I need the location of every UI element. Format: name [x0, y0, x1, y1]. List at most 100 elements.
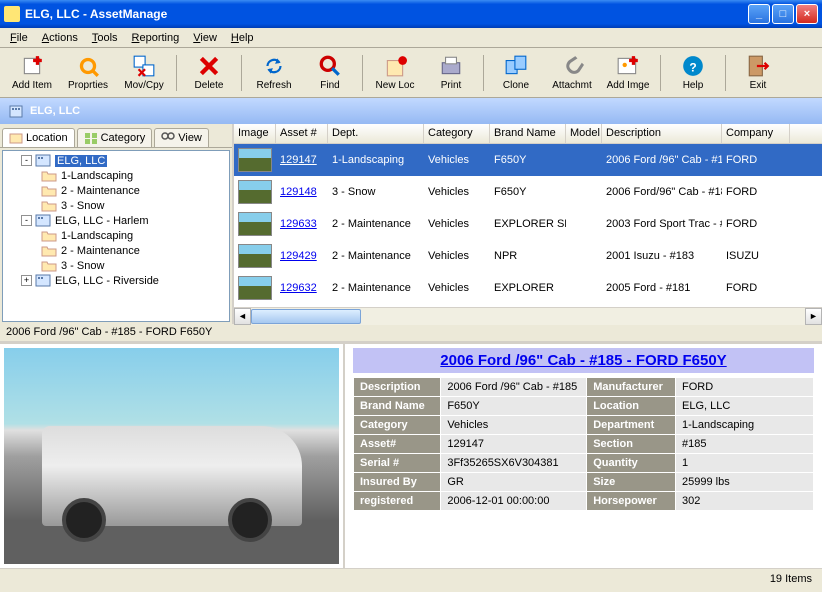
tree-item[interactable]: 2 - Maintenance [5, 183, 227, 198]
cell-image [234, 178, 276, 206]
column-header[interactable]: Asset # [276, 124, 328, 143]
left-panel: LocationCategoryView -ELG, LLC 1-Landscap… [0, 124, 234, 324]
detail-key: Serial # [354, 454, 441, 473]
cell-model [566, 158, 602, 162]
tree-toggle[interactable]: - [21, 155, 32, 166]
scroll-left-button[interactable]: ◄ [234, 308, 251, 325]
thumbnail-icon [238, 212, 272, 236]
location-header-text: ELG, LLC [30, 105, 80, 117]
attach-icon [560, 54, 584, 78]
toolbar-delete-button[interactable]: Delete [181, 52, 237, 93]
tree-item[interactable]: -ELG, LLC [5, 153, 227, 168]
detail-row: Insured ByGRSize25999 lbs [354, 473, 814, 492]
table-row[interactable]: 1291471-LandscapingVehiclesF650Y2006 For… [234, 144, 822, 176]
scroll-thumb[interactable] [251, 309, 361, 324]
scroll-track[interactable] [251, 308, 805, 325]
cell-asset[interactable]: 129632 [276, 280, 328, 296]
cell-image [234, 210, 276, 238]
close-button[interactable]: × [796, 4, 818, 24]
table-row[interactable]: 1291483 - SnowVehiclesF650Y2006 Ford/96"… [234, 176, 822, 208]
cell-desc: 2001 Isuzu - #183 [602, 248, 722, 264]
location-tree[interactable]: -ELG, LLC1-Landscaping2 - Maintenance3 -… [2, 150, 230, 322]
tab-location[interactable]: Location [2, 128, 75, 147]
clone-icon [504, 54, 528, 78]
toolbar-print-button[interactable]: Print [423, 52, 479, 93]
menu-view[interactable]: View [187, 30, 223, 46]
detail-key: Size [587, 473, 676, 492]
building-icon [35, 214, 51, 227]
tree-item[interactable]: 3 - Snow [5, 198, 227, 213]
detail-value: FORD [676, 378, 814, 397]
tree-item[interactable]: 2 - Maintenance [5, 243, 227, 258]
toolbar-addimg-button[interactable]: Add Imge [600, 52, 656, 93]
detail-value: #185 [676, 435, 814, 454]
toolbar-separator [176, 55, 177, 91]
thumbnail-icon [238, 244, 272, 268]
cell-asset[interactable]: 129147 [276, 152, 328, 168]
toolbar-attach-button[interactable]: Attachmt [544, 52, 600, 93]
table-row[interactable]: 1294292 - MaintenanceVehiclesNPR2001 Isu… [234, 240, 822, 272]
toolbar-clone-button[interactable]: Clone [488, 52, 544, 93]
column-header[interactable]: Dept. [328, 124, 424, 143]
cell-category: Vehicles [424, 280, 490, 296]
maximize-button[interactable]: □ [772, 4, 794, 24]
cell-asset[interactable]: 129429 [276, 248, 328, 264]
column-header[interactable]: Company [722, 124, 790, 143]
tree-toggle[interactable]: - [21, 215, 32, 226]
menu-actions[interactable]: Actions [36, 30, 84, 46]
tree-label: 1-Landscaping [61, 170, 133, 182]
toolbar-add-button[interactable]: Add Item [4, 52, 60, 93]
detail-value: 302 [676, 492, 814, 511]
detail-value: 3Ff35265SX6V304381 [441, 454, 587, 473]
table-row[interactable]: 1296332 - MaintenanceVehiclesEXPLORER SP… [234, 208, 822, 240]
menu-file[interactable]: File [4, 30, 34, 46]
tree-label: ELG, LLC - Riverside [55, 275, 159, 287]
toolbar-exit-button[interactable]: Exit [730, 52, 786, 93]
detail-key: Horsepower [587, 492, 676, 511]
toolbar-help-button[interactable]: ?Help [665, 52, 721, 93]
grid-header: ImageAsset #Dept.CategoryBrand NameModel… [234, 124, 822, 144]
column-header[interactable]: Model [566, 124, 602, 143]
detail-value: 2006 Ford /96" Cab - #185 [441, 378, 587, 397]
toolbar-label: Attachmt [552, 80, 591, 91]
cell-asset[interactable]: 129633 [276, 216, 328, 232]
toolbar-refresh-button[interactable]: Refresh [246, 52, 302, 93]
cell-company: FORD [722, 216, 790, 232]
toolbar-separator [725, 55, 726, 91]
toolbar-movcpy-button[interactable]: Mov/Cpy [116, 52, 172, 93]
toolbar-props-button[interactable]: Proprties [60, 52, 116, 93]
column-header[interactable]: Brand Name [490, 124, 566, 143]
tree-item[interactable]: -ELG, LLC - Harlem [5, 213, 227, 228]
horizontal-scrollbar[interactable]: ◄ ► [234, 307, 822, 324]
column-header[interactable]: Image [234, 124, 276, 143]
tree-item[interactable]: 1-Landscaping [5, 168, 227, 183]
column-header[interactable]: Category [424, 124, 490, 143]
find-icon [318, 54, 342, 78]
tree-toggle[interactable]: + [21, 275, 32, 286]
cell-image [234, 146, 276, 174]
toolbar-newloc-button[interactable]: New Loc [367, 52, 423, 93]
detail-panel: 2006 Ford /96" Cab - #185 - FORD F650Y D… [0, 342, 822, 568]
minimize-button[interactable]: _ [748, 4, 770, 24]
detail-row: Description2006 Ford /96" Cab - #185Manu… [354, 378, 814, 397]
menu-help[interactable]: Help [225, 30, 260, 46]
tree-item[interactable]: + ELG, LLC - Riverside [5, 273, 227, 288]
grid-body[interactable]: 1291471-LandscapingVehiclesF650Y2006 For… [234, 144, 822, 307]
menu-tools[interactable]: Tools [86, 30, 124, 46]
cell-brand: F650Y [490, 184, 566, 200]
addimg-icon [616, 54, 640, 78]
column-header[interactable]: Description [602, 124, 722, 143]
tab-category[interactable]: Category [77, 128, 153, 147]
menu-reporting[interactable]: Reporting [126, 30, 186, 46]
detail-value: 2006-12-01 00:00:00 [441, 492, 587, 511]
tree-item[interactable]: 1-Landscaping [5, 228, 227, 243]
detail-title[interactable]: 2006 Ford /96" Cab - #185 - FORD F650Y [353, 348, 814, 373]
cell-asset[interactable]: 129148 [276, 184, 328, 200]
cell-dept: 2 - Maintenance [328, 248, 424, 264]
toolbar-find-button[interactable]: Find [302, 52, 358, 93]
tab-view[interactable]: View [154, 128, 209, 147]
toolbar-separator [660, 55, 661, 91]
scroll-right-button[interactable]: ► [805, 308, 822, 325]
table-row[interactable]: 1296322 - MaintenanceVehiclesEXPLORER200… [234, 272, 822, 304]
tree-item[interactable]: 3 - Snow [5, 258, 227, 273]
